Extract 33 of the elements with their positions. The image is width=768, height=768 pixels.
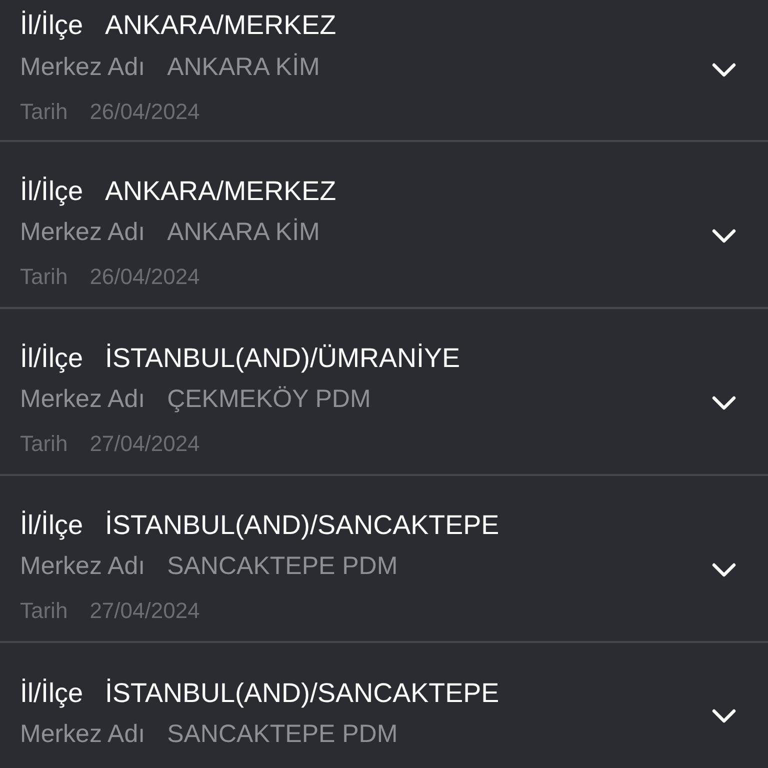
chevron-icon [712,62,736,78]
center-name-value: ANKARA KİM [167,52,320,82]
field-label: İl/İlçe [20,678,84,708]
field-label: Merkez Adı [20,720,146,749]
chevron-icon [712,562,736,578]
field-label: İl/İlçe [20,342,84,374]
field-label: İl/İlçe [20,176,84,206]
field-label: İl/İlçe [20,510,84,540]
date-value: 26/04/2024 [90,264,200,290]
location-value: İSTANBUL(AND)/SANCAKTEPE [105,678,500,708]
field-label: Tarih [20,431,68,457]
field-label: Merkez Adı [20,52,146,82]
center-name-value: SANCAKTEPE PDM [167,552,398,581]
field-label: Merkez Adı [20,385,146,414]
date-value: 27/04/2024 [90,431,200,457]
location-value: ANKARA/MERKEZ [105,10,336,41]
location-value: İSTANBUL(AND)/SANCAKTEPE [105,510,500,540]
center-name-value: ANKARA KİM [167,218,320,247]
location-value: İSTANBUL(AND)/ÜMRANİYE [105,342,460,374]
field-label: Tarih [20,598,68,624]
field-label: Merkez Adı [20,552,146,581]
center-name-value: ÇEKMEKÖY PDM [167,385,371,414]
date-value: 27/04/2024 [90,598,200,624]
chevron-icon [712,708,736,724]
field-label: Tarih [20,98,68,124]
date-value: 26/04/2024 [90,98,200,124]
field-label: Merkez Adı [20,218,146,247]
location-value: ANKARA/MERKEZ [105,176,336,206]
center-name-value: SANCAKTEPE PDM [167,720,398,749]
field-label: Tarih [20,264,68,290]
chevron-icon [712,394,736,410]
field-label: İl/İlçe [20,10,84,41]
chevron-icon [712,228,736,244]
